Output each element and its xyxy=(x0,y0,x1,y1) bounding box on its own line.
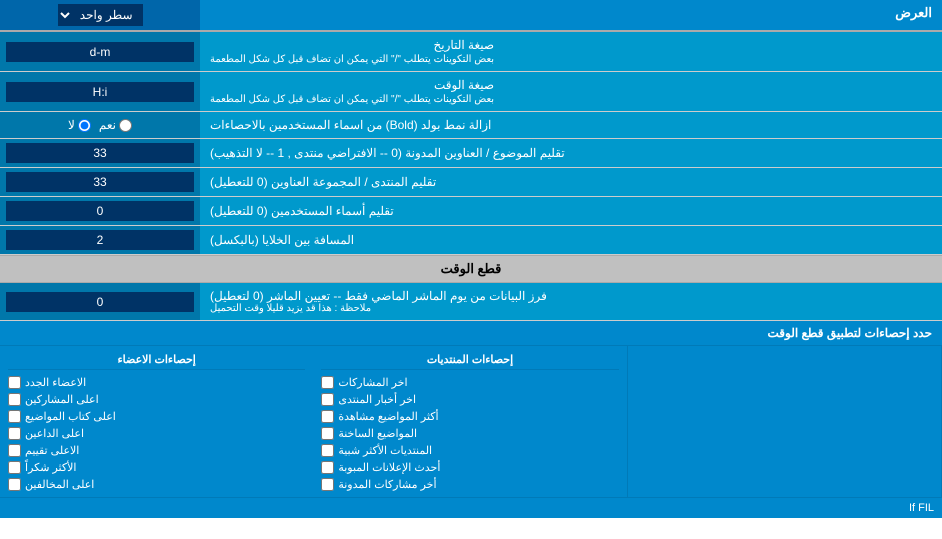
col2-item-1-label: اعلى المشاركين xyxy=(25,393,99,406)
date-format-input[interactable] xyxy=(6,42,194,62)
date-format-row: صيغة التاريخ بعض التكوينات يتطلب "/" الت… xyxy=(0,32,942,72)
col2-item-5-checkbox[interactable] xyxy=(8,461,21,474)
cutoff-section-header: قطع الوقت xyxy=(0,255,942,283)
cell-spacing-input[interactable] xyxy=(6,230,194,250)
forum-titles-input-container xyxy=(0,168,200,196)
user-names-row: تقليم أسماء المستخدمين (0 للتعطيل) xyxy=(0,197,942,226)
col1-item-4: المنتديات الأكثر شبية xyxy=(321,442,618,459)
col2-item-4: الاعلى تقييم xyxy=(8,442,305,459)
col2-item-1-checkbox[interactable] xyxy=(8,393,21,406)
user-names-label: تقليم أسماء المستخدمين (0 للتعطيل) xyxy=(200,197,942,225)
cell-spacing-input-container xyxy=(0,226,200,254)
col1-item-3-checkbox[interactable] xyxy=(321,427,334,440)
col1-item-2: أكثر المواضيع مشاهدة xyxy=(321,408,618,425)
cutoff-days-row: فرز البيانات من يوم الماشر الماضي فقط --… xyxy=(0,283,942,321)
col1-title: إحصاءات المنتديات xyxy=(321,350,618,370)
subject-titles-row: تقليم الموضوع / العناوين المدونة (0 -- ا… xyxy=(0,139,942,168)
time-format-label: صيغة الوقت بعض التكوينات يتطلب "/" التي … xyxy=(200,72,942,111)
col1-item-5-label: أحدث الإعلانات المبوبة xyxy=(338,461,440,474)
user-names-input-container xyxy=(0,197,200,225)
col1-item-1: اخر أخبار المنتدى xyxy=(321,391,618,408)
col2-item-0-label: الاعضاء الجدد xyxy=(25,376,86,389)
apply-stats-label: حدد إحصاءات لتطبيق قطع الوقت xyxy=(0,321,942,345)
time-format-input[interactable] xyxy=(6,82,194,102)
col1-item-6: أخر مشاركات المدونة xyxy=(321,476,618,493)
col2-title: إحصاءات الاعضاء xyxy=(8,350,305,370)
display-select[interactable]: سطر واحد xyxy=(58,4,143,26)
col2-item-4-checkbox[interactable] xyxy=(8,444,21,457)
col2-item-6-checkbox[interactable] xyxy=(8,478,21,491)
bold-remove-input-container: نعم لا xyxy=(0,112,200,138)
col2-item-0-checkbox[interactable] xyxy=(8,376,21,389)
subject-titles-input[interactable] xyxy=(6,143,194,163)
bottom-note: If FIL xyxy=(0,497,942,518)
display-input-container: سطر واحد xyxy=(0,0,200,30)
col2-item-0: الاعضاء الجدد xyxy=(8,374,305,391)
bold-remove-label: ازالة نمط بولد (Bold) من اسماء المستخدمي… xyxy=(200,112,942,138)
cell-spacing-row: المسافة بين الخلايا (بالبكسل) xyxy=(0,226,942,255)
col2-item-3: اعلى الداعين xyxy=(8,425,305,442)
stats-section: حدد إحصاءات لتطبيق قطع الوقت إحصاءات الم… xyxy=(0,321,942,518)
forum-titles-row: تقليم المنتدى / المجموعة العناوين (0 للت… xyxy=(0,168,942,197)
col2-item-6: اعلى المخالفين xyxy=(8,476,305,493)
checkbox-grid: إحصاءات المنتديات اخر المشاركات اخر أخبا… xyxy=(0,346,942,497)
bold-no-radio[interactable] xyxy=(78,119,91,132)
date-format-label: صيغة التاريخ بعض التكوينات يتطلب "/" الت… xyxy=(200,32,942,71)
col1-item-5-checkbox[interactable] xyxy=(321,461,334,474)
cutoff-days-input[interactable] xyxy=(6,292,194,312)
col1-item-0-label: اخر المشاركات xyxy=(338,376,407,389)
col1-item-6-checkbox[interactable] xyxy=(321,478,334,491)
col1-item-6-label: أخر مشاركات المدونة xyxy=(338,478,436,491)
apply-stats-row: حدد إحصاءات لتطبيق قطع الوقت xyxy=(0,321,942,346)
col2-item-3-label: اعلى الداعين xyxy=(25,427,84,440)
col2-item-2: اعلى كتاب المواضيع xyxy=(8,408,305,425)
col1-item-0: اخر المشاركات xyxy=(321,374,618,391)
col1-item-4-checkbox[interactable] xyxy=(321,444,334,457)
forum-titles-input[interactable] xyxy=(6,172,194,192)
col2-item-2-label: اعلى كتاب المواضيع xyxy=(25,410,116,423)
bold-remove-row: ازالة نمط بولد (Bold) من اسماء المستخدمي… xyxy=(0,112,942,139)
display-row: العرض سطر واحد xyxy=(0,0,942,32)
col1-item-2-checkbox[interactable] xyxy=(321,410,334,423)
col2-item-4-label: الاعلى تقييم xyxy=(25,444,79,457)
main-container: العرض سطر واحد صيغة التاريخ بعض التكوينا… xyxy=(0,0,942,518)
col2-item-3-checkbox[interactable] xyxy=(8,427,21,440)
subject-titles-label: تقليم الموضوع / العناوين المدونة (0 -- ا… xyxy=(200,139,942,167)
col1-item-0-checkbox[interactable] xyxy=(321,376,334,389)
bold-no-label[interactable]: لا xyxy=(68,118,91,132)
user-names-input[interactable] xyxy=(6,201,194,221)
col2-item-6-label: اعلى المخالفين xyxy=(25,478,94,491)
bold-yes-label[interactable]: نعم xyxy=(99,118,132,132)
col2-item-2-checkbox[interactable] xyxy=(8,410,21,423)
col1-item-1-label: اخر أخبار المنتدى xyxy=(338,393,416,406)
col1-item-2-label: أكثر المواضيع مشاهدة xyxy=(338,410,438,423)
subject-titles-input-container xyxy=(0,139,200,167)
cutoff-days-label: فرز البيانات من يوم الماشر الماضي فقط --… xyxy=(200,283,942,320)
col2-item-1: اعلى المشاركين xyxy=(8,391,305,408)
col1-item-1-checkbox[interactable] xyxy=(321,393,334,406)
cutoff-days-input-container xyxy=(0,283,200,320)
col1-item-5: أحدث الإعلانات المبوبة xyxy=(321,459,618,476)
col3-container xyxy=(628,346,942,497)
col2-item-5: الأكثر شكراً xyxy=(8,459,305,476)
cell-spacing-label: المسافة بين الخلايا (بالبكسل) xyxy=(200,226,942,254)
forum-titles-label: تقليم المنتدى / المجموعة العناوين (0 للت… xyxy=(200,168,942,196)
display-label: العرض xyxy=(200,0,942,30)
bold-yes-radio[interactable] xyxy=(119,119,132,132)
col1-item-3: المواضيع الساخنة xyxy=(321,425,618,442)
time-format-row: صيغة الوقت بعض التكوينات يتطلب "/" التي … xyxy=(0,72,942,112)
col1-item-3-label: المواضيع الساخنة xyxy=(338,427,417,440)
date-format-input-container xyxy=(0,32,200,71)
col1-container: إحصاءات المنتديات اخر المشاركات اخر أخبا… xyxy=(313,346,627,497)
time-format-input-container xyxy=(0,72,200,111)
col2-container: إحصاءات الاعضاء الاعضاء الجدد اعلى المشا… xyxy=(0,346,313,497)
col2-item-5-label: الأكثر شكراً xyxy=(25,461,76,474)
col1-item-4-label: المنتديات الأكثر شبية xyxy=(338,444,432,457)
